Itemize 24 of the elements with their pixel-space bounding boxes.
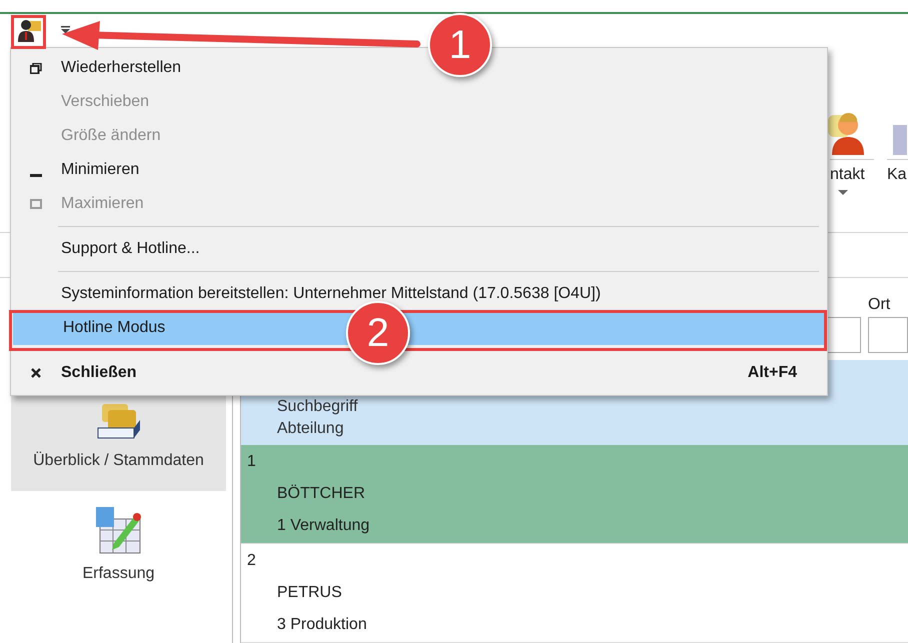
- row-name: BÖTTCHER: [277, 484, 365, 503]
- ribbon-button[interactable]: Ka: [884, 110, 908, 232]
- row-number: 1: [247, 452, 256, 471]
- row-name: PETRUS: [277, 584, 342, 602]
- person-icon[interactable]: [16, 17, 41, 42]
- header-label: Abteilung: [277, 420, 344, 438]
- input-field[interactable]: [868, 316, 908, 353]
- maximize-icon: [30, 199, 42, 209]
- highlight-frame: [11, 15, 46, 49]
- menu-item[interactable]: Support & Hotline...: [11, 232, 827, 266]
- caret-icon[interactable]: [61, 26, 70, 34]
- header-label: Suchbegriff: [277, 398, 358, 416]
- ribbon-button[interactable]: ntakt: [828, 110, 874, 232]
- restore-icon: [30, 62, 42, 74]
- close-icon: [31, 368, 41, 378]
- row-department: 1 Verwaltung: [277, 516, 370, 535]
- menu-item[interactable]: Minimieren: [11, 153, 827, 187]
- row-number: 2: [247, 552, 256, 570]
- sidebar-item[interactable]: Erfassung: [11, 490, 226, 599]
- list-row[interactable]: 1 BÖTTCHER 1 Verwaltung: [241, 444, 908, 544]
- field-label: Ort: [868, 296, 892, 314]
- minimize-icon: [30, 174, 42, 176]
- row-department: 3 Produktion: [277, 616, 367, 634]
- spreadsheet-icon: [96, 506, 142, 555]
